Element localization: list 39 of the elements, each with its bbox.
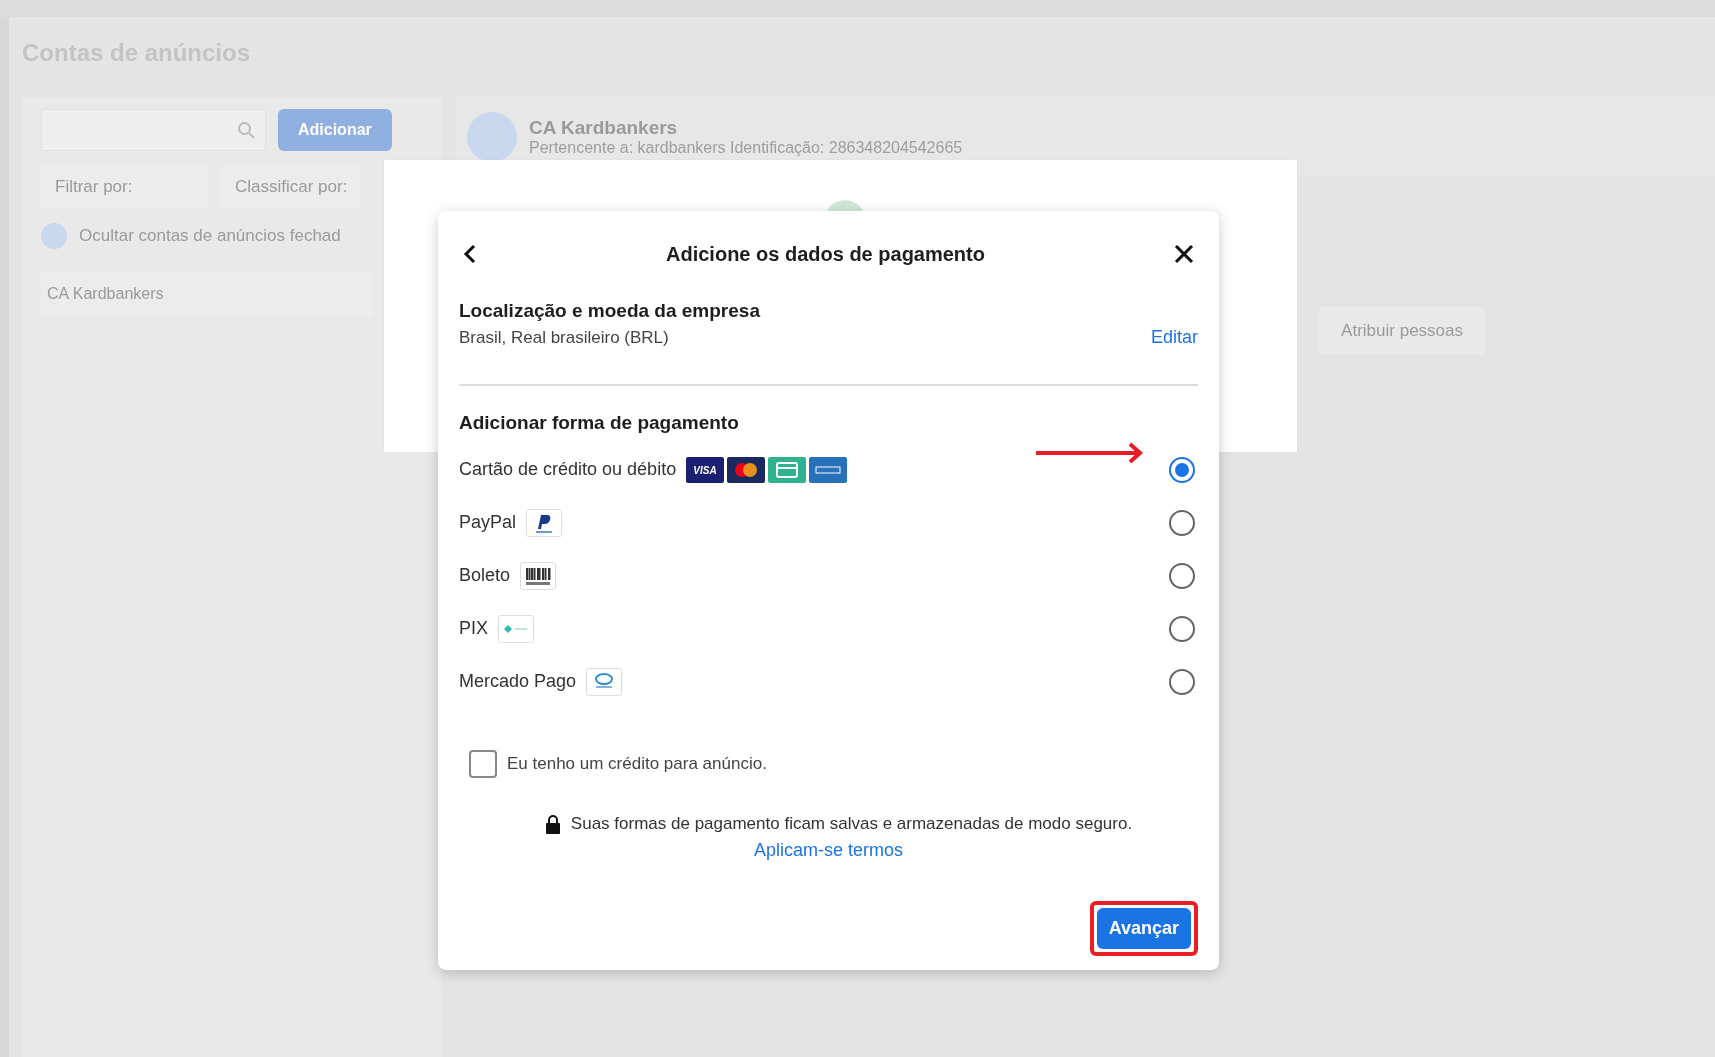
method-label: Cartão de crédito ou débito xyxy=(459,459,677,480)
lock-icon xyxy=(544,814,561,834)
method-label: Mercado Pago xyxy=(459,671,577,692)
close-icon xyxy=(1174,244,1194,264)
radio-button[interactable] xyxy=(1169,562,1195,589)
search-icon xyxy=(237,121,255,139)
checkbox[interactable] xyxy=(469,750,497,778)
barcode-icon xyxy=(520,561,557,590)
next-button[interactable]: Avançar xyxy=(1096,908,1191,949)
method-label: PayPal xyxy=(459,512,517,533)
section-heading: Adicionar forma de pagamento xyxy=(459,412,740,434)
method-label: PIX xyxy=(459,618,488,639)
toggle-icon[interactable] xyxy=(41,223,67,249)
location-currency: Brasil, Real brasileiro (BRL) xyxy=(459,328,670,348)
radio-button[interactable] xyxy=(1169,615,1195,642)
paypal-icon xyxy=(526,508,563,537)
account-name: CA Kardbankers xyxy=(529,117,679,139)
section-heading: Localização e moeda da empresa xyxy=(459,300,760,322)
edit-link[interactable]: Editar xyxy=(1150,327,1198,348)
radio-button[interactable] xyxy=(1169,509,1195,536)
dialog-title: Adicione os dados de pagamento xyxy=(666,242,985,266)
radio-button[interactable] xyxy=(1169,456,1195,483)
amex-icon xyxy=(809,456,848,483)
visa-badge: VISA xyxy=(686,456,725,483)
card-icon xyxy=(768,456,807,483)
radio-button[interactable] xyxy=(1169,668,1195,695)
toggle-label: Ocultar contas de anúncios fechad xyxy=(79,226,341,246)
assign-people-button[interactable]: Atribuir pessoas xyxy=(1319,307,1485,355)
search-field[interactable] xyxy=(41,109,266,151)
back-icon xyxy=(463,243,477,265)
method-label: Boleto xyxy=(459,565,511,586)
terms-link[interactable]: Aplicam-se termos xyxy=(753,840,903,861)
account-avatar xyxy=(467,112,517,162)
security-note: Suas formas de pagamento ficam salvas e armazenadas de modo seguro. xyxy=(570,814,1133,834)
pix-icon xyxy=(498,614,534,643)
add-button[interactable]: Adicionar xyxy=(278,109,392,151)
mastercard-icon xyxy=(727,456,766,483)
account-subtitle: Pertencente a: kardbankers Identificação: 286348204542665 xyxy=(529,139,963,157)
checkbox-label: Eu tenho um crédito para anúncio. xyxy=(507,754,767,774)
